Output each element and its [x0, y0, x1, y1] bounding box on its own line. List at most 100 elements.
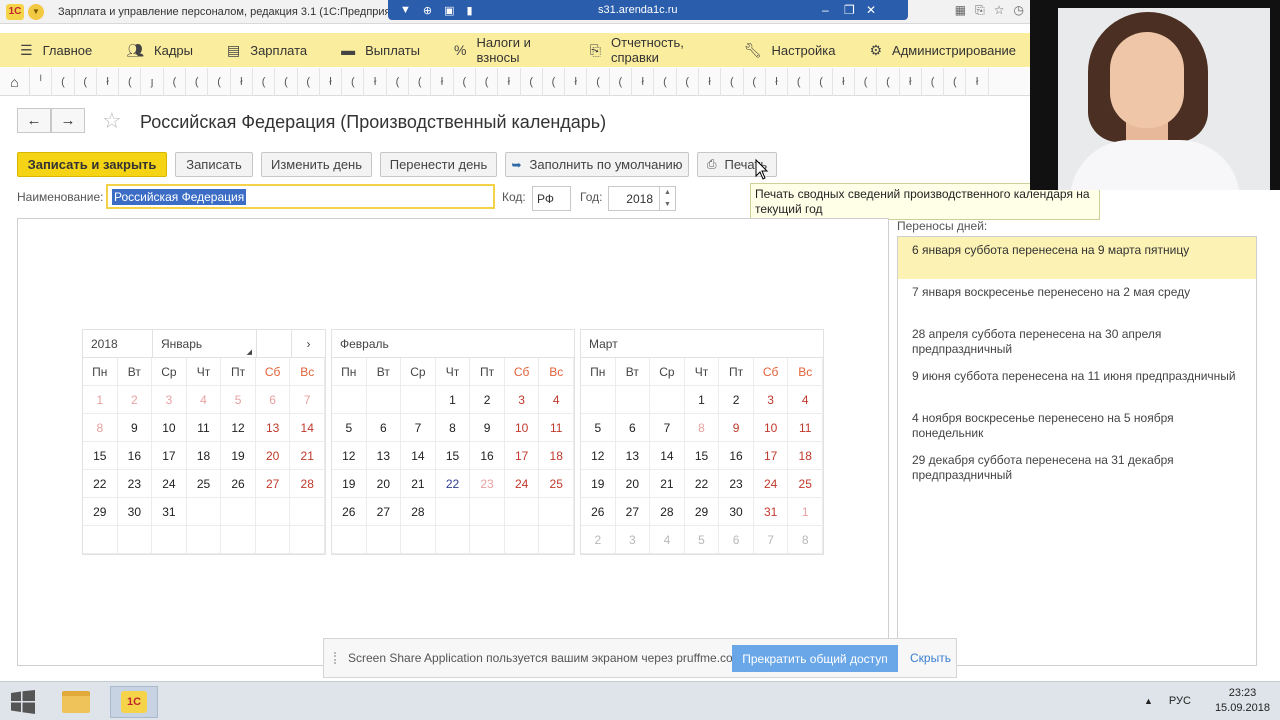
- day-cell[interactable]: 7: [650, 414, 685, 442]
- day-cell[interactable]: 15: [684, 442, 720, 470]
- next-month-icon[interactable]: ›: [292, 330, 325, 358]
- day-cell[interactable]: 19: [221, 442, 256, 470]
- day-cell[interactable]: 25: [788, 470, 823, 498]
- day-cell[interactable]: 22: [684, 470, 720, 498]
- day-cell[interactable]: 6: [366, 414, 402, 442]
- window-tab[interactable]: (: [186, 67, 209, 96]
- day-cell[interactable]: 1: [83, 386, 118, 414]
- rdp-close-icon[interactable]: ✕: [866, 3, 876, 17]
- 1c-taskbar-button[interactable]: 1С: [110, 686, 158, 718]
- day-cell[interactable]: 30: [117, 498, 153, 526]
- stop-sharing-button[interactable]: Прекратить общий доступ: [732, 645, 898, 672]
- day-cell[interactable]: 22: [83, 470, 118, 498]
- window-tab[interactable]: ł: [900, 67, 922, 96]
- window-tab[interactable]: (: [810, 67, 833, 96]
- window-tab[interactable]: (: [476, 67, 499, 96]
- day-cell[interactable]: 4: [539, 386, 574, 414]
- day-cell[interactable]: 13: [615, 442, 651, 470]
- transfer-item[interactable]: 6 января суббота перенесена на 9 марта п…: [898, 237, 1256, 279]
- day-cell[interactable]: 7: [290, 386, 325, 414]
- day-cell[interactable]: 11: [539, 414, 574, 442]
- day-cell[interactable]: 27: [615, 498, 651, 526]
- day-cell[interactable]: 24: [152, 470, 187, 498]
- day-cell[interactable]: 4: [650, 526, 685, 554]
- window-tab[interactable]: (: [521, 67, 543, 96]
- day-cell[interactable]: 21: [290, 442, 325, 470]
- clock[interactable]: 23:23 15.09.2018: [1215, 686, 1270, 716]
- window-tab[interactable]: ł: [766, 67, 789, 96]
- file-explorer-taskbar-button[interactable]: [52, 686, 100, 718]
- day-cell[interactable]: 8: [83, 414, 118, 442]
- day-cell[interactable]: 5: [221, 386, 256, 414]
- menu-item-settings[interactable]: 🔧︎ Настройка: [724, 33, 850, 67]
- day-cell[interactable]: 26: [221, 470, 256, 498]
- fill-default-button[interactable]: ➥ Заполнить по умолчанию: [505, 152, 689, 177]
- rdp-menu-icon[interactable]: ▼: [400, 4, 411, 16]
- window-tab[interactable]: ł: [632, 67, 655, 96]
- day-cell[interactable]: 5: [581, 414, 616, 442]
- day-cell[interactable]: 17: [753, 442, 789, 470]
- window-tab[interactable]: (: [52, 67, 75, 96]
- window-tab[interactable]: (: [119, 67, 142, 96]
- window-tab[interactable]: ȷ: [141, 67, 164, 96]
- window-tab[interactable]: ł: [833, 67, 855, 96]
- day-cell[interactable]: 2: [581, 526, 616, 554]
- save-button[interactable]: Записать: [175, 152, 253, 177]
- day-cell[interactable]: 26: [581, 498, 616, 526]
- window-tab[interactable]: ł: [364, 67, 387, 96]
- day-cell[interactable]: 11: [788, 414, 823, 442]
- year-spinner[interactable]: ▲ ▼: [659, 187, 675, 210]
- hide-link[interactable]: Скрыть: [910, 651, 951, 665]
- day-cell[interactable]: 1: [684, 386, 720, 414]
- window-tab[interactable]: (: [298, 67, 320, 96]
- day-cell[interactable]: 12: [332, 442, 367, 470]
- window-tab[interactable]: (: [744, 67, 766, 96]
- window-tab[interactable]: (: [275, 67, 298, 96]
- day-cell[interactable]: 13: [366, 442, 402, 470]
- day-cell[interactable]: 3: [504, 386, 540, 414]
- menu-item-payouts[interactable]: ▬ Выплаты: [321, 33, 434, 67]
- window-tab[interactable]: (: [253, 67, 276, 96]
- rdp-restore-icon[interactable]: ❐: [844, 3, 855, 17]
- day-cell[interactable]: 3: [152, 386, 187, 414]
- rdp-lock-icon[interactable]: ▣: [444, 4, 454, 17]
- window-tab[interactable]: ł: [231, 67, 253, 96]
- transfer-item[interactable]: 9 июня суббота перенесена на 11 июня пре…: [898, 363, 1256, 405]
- 1c-logo-icon[interactable]: 1С: [6, 3, 24, 20]
- window-tab[interactable]: ł: [565, 67, 588, 96]
- day-cell[interactable]: 27: [255, 470, 291, 498]
- day-cell[interactable]: 19: [581, 470, 616, 498]
- window-tab[interactable]: (: [855, 67, 878, 96]
- day-cell[interactable]: 1: [435, 386, 471, 414]
- day-cell[interactable]: 15: [435, 442, 471, 470]
- menu-item-salary[interactable]: ▤ Зарплата: [207, 33, 321, 67]
- day-cell[interactable]: 5: [684, 526, 720, 554]
- window-tab[interactable]: (: [543, 67, 566, 96]
- day-cell[interactable]: 6: [255, 386, 291, 414]
- day-cell[interactable]: 20: [255, 442, 291, 470]
- windows-start-icon[interactable]: [10, 690, 36, 714]
- day-cell[interactable]: 14: [290, 414, 325, 442]
- window-tab[interactable]: (: [654, 67, 677, 96]
- day-cell[interactable]: 11: [186, 414, 222, 442]
- day-cell[interactable]: 9: [117, 414, 153, 442]
- window-tab[interactable]: (: [610, 67, 633, 96]
- day-cell[interactable]: 10: [504, 414, 540, 442]
- menu-item-main[interactable]: ☰ Главное: [0, 33, 106, 67]
- day-cell[interactable]: 16: [117, 442, 153, 470]
- window-tab[interactable]: ╵: [30, 67, 53, 96]
- day-cell[interactable]: 10: [753, 414, 789, 442]
- year-field[interactable]: 2018 ▲ ▼: [608, 186, 676, 211]
- day-cell[interactable]: 26: [332, 498, 367, 526]
- window-tab[interactable]: ł: [699, 67, 722, 96]
- day-cell[interactable]: 21: [650, 470, 685, 498]
- day-cell[interactable]: 8: [684, 414, 720, 442]
- menu-item-taxes[interactable]: % Налоги и взносы: [434, 33, 570, 67]
- window-tab[interactable]: (: [164, 67, 187, 96]
- spin-up-icon[interactable]: ▲: [664, 189, 671, 196]
- day-cell[interactable]: 5: [332, 414, 367, 442]
- day-cell[interactable]: 3: [615, 526, 651, 554]
- day-cell[interactable]: 24: [753, 470, 789, 498]
- day-cell[interactable]: 8: [788, 526, 823, 554]
- day-cell[interactable]: 21: [401, 470, 436, 498]
